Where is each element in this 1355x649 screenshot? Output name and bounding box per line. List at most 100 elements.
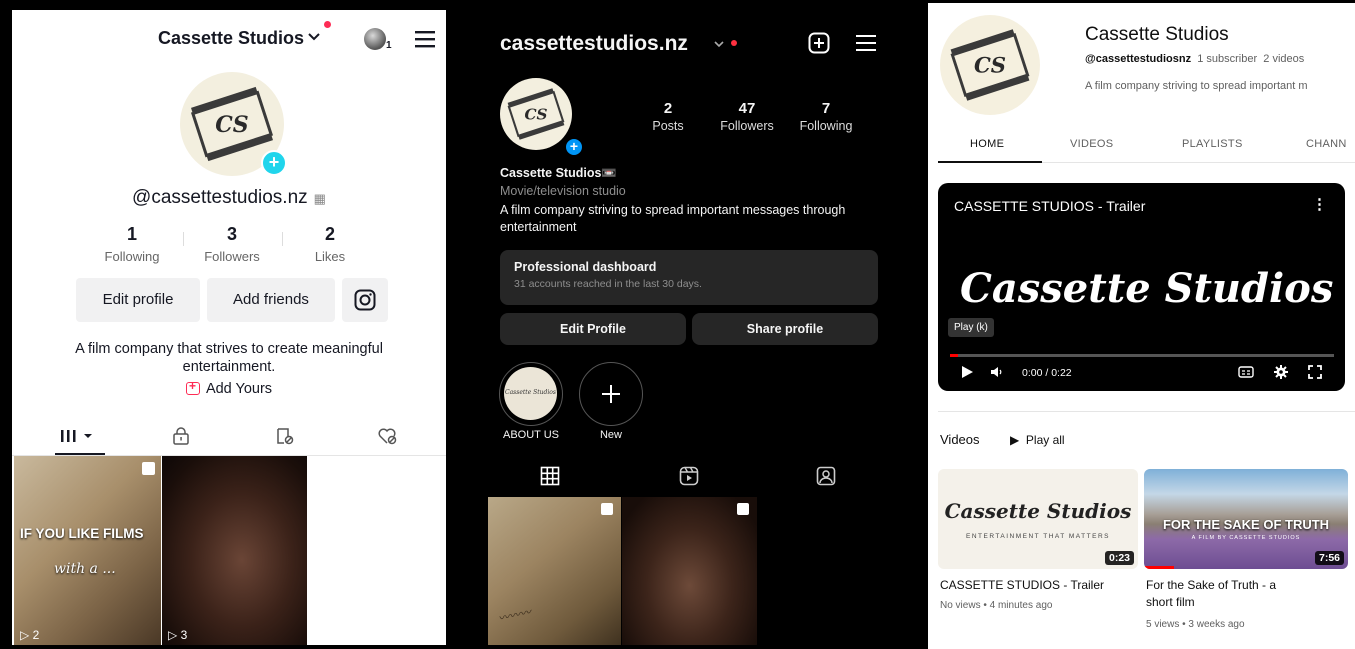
settings-gear-icon[interactable] [1274,365,1288,379]
create-post-icon[interactable] [808,32,830,54]
play-icon: ▶ [1010,433,1020,447]
liked-tab-icon[interactable] [377,427,399,445]
fullscreen-icon[interactable] [1308,365,1322,379]
instagram-profile-panel: cassettestudios.nz CS + 2 Posts 47 Followe… [484,10,894,645]
stat-label: Likes [314,249,346,264]
play-all-button[interactable]: ▶ Play all [1010,433,1065,447]
divider [282,232,283,246]
chevron-down-icon[interactable] [714,40,724,48]
notification-dot [324,21,331,28]
profile-name: Cassette Studios📼 [500,166,617,180]
stat-value: 3 [226,224,237,244]
profile-avatar[interactable]: CS [500,78,572,150]
channel-description[interactable]: A film company striving to spread import… [1085,80,1308,92]
edit-profile-button[interactable]: Edit Profile [500,313,686,345]
stat-label: Following [104,249,160,264]
video-meta: No views • 4 minutes ago [940,600,1053,611]
profile-handle: @cassettestudios.nz ▦ [12,187,446,209]
video-count: 2 videos [1263,53,1305,65]
account-avatar[interactable] [364,28,386,50]
videos-grid-tab-icon[interactable] [60,428,100,444]
post-thumbnail[interactable] [622,497,757,645]
menu-icon[interactable] [415,30,435,48]
video-thumbnail[interactable]: Cassette Studios ENTERTAINMENT THAT MATT… [938,469,1138,569]
tab-channels[interactable]: CHANN [1306,138,1347,150]
content-tabs [484,462,894,500]
player-title[interactable]: CASSETTE STUDIOS - Trailer [954,198,1145,214]
volume-icon[interactable] [990,365,1004,379]
account-badge-count: 1 [386,40,392,51]
tagged-tab-icon[interactable] [816,466,836,486]
avatar-logo-text: CS [215,112,248,138]
add-friends-button[interactable]: Add friends [207,278,335,322]
plus-icon [602,385,620,403]
dashboard-title: Professional dashboard [514,260,657,274]
channel-name: Cassette Studios [1085,24,1229,45]
captions-icon[interactable] [1238,365,1254,379]
highlight-new[interactable] [579,362,643,426]
profile-handle[interactable]: cassettestudios.nz [500,32,688,56]
section-divider [938,411,1355,412]
multi-photo-icon [601,503,613,515]
chevron-down-icon[interactable] [308,32,320,42]
reels-tab-icon[interactable] [679,466,699,486]
progress-fill [950,354,958,357]
videos-section-heading[interactable]: Videos [940,432,980,447]
youtube-channel-panel: CS Cassette Studios @cassettestudiosnz 1… [928,3,1355,649]
add-avatar-button[interactable]: + [261,150,287,176]
stat-following[interactable]: 7 Following [786,100,866,133]
video-thumbnail[interactable]: IF YOU LIKE FILMS with a ... ▷ 2 [14,456,161,645]
highlight-about-us[interactable]: Cassette Studios [499,362,563,426]
professional-dashboard-card[interactable]: Professional dashboard 31 accounts reach… [500,250,878,305]
edit-profile-button[interactable]: Edit profile [76,278,200,322]
video-overlay-subtext: with a ... [54,561,116,577]
thumbnail-title-text: FOR THE SAKE OF TRUTH [1162,517,1330,532]
more-options-icon[interactable]: ⋮ [1312,195,1327,213]
video-duration: 7:56 [1314,551,1344,565]
stat-posts[interactable]: 2 Posts [628,100,708,133]
video-thumbnail[interactable]: FOR THE SAKE OF TRUTH A FILM BY CASSETTE… [1144,469,1348,569]
featured-video-player[interactable]: CASSETTE STUDIOS - Trailer ⋮ Cassette St… [938,183,1345,391]
video-title[interactable]: For the Sake of Truth - a short film [1146,577,1341,611]
dashboard-subtitle: 31 accounts reached in the last 30 days. [514,278,702,290]
stat-label: Followers [204,249,260,264]
tab-videos[interactable]: VIDEOS [1070,138,1113,150]
qr-code-icon[interactable]: ▦ [314,191,326,207]
view-count-value: 3 [180,628,188,642]
video-title-line: short film [1146,595,1195,609]
subscriber-count: 1 subscriber [1197,53,1258,65]
profile-bio: A film company that strives to create me… [75,341,383,375]
avatar-logo-text: CS [974,53,1006,78]
thumbnail-tagline: ENTERTAINMENT THAT MATTERS [966,533,1110,540]
video-title[interactable]: CASSETTE STUDIOS - Trailer [940,577,1135,594]
grid-tab-icon[interactable] [540,466,560,486]
channel-avatar[interactable]: CS [940,15,1040,115]
menu-icon[interactable] [856,34,876,52]
tab-home[interactable]: HOME [970,138,1004,150]
profile-title[interactable]: Cassette Studios [158,28,304,49]
share-profile-button[interactable]: Share profile [692,313,878,345]
progress-bar[interactable] [950,354,1334,357]
stat-following[interactable]: 1 Following [92,224,172,264]
post-thumbnail[interactable]: 〰〰〰 [488,497,621,645]
add-story-button[interactable]: + [564,137,584,157]
stat-followers[interactable]: 47 Followers [707,100,787,133]
tab-playlists[interactable]: PLAYLISTS [1182,138,1243,150]
stat-label: Following [799,119,853,133]
stat-likes[interactable]: 2 Likes [290,224,370,264]
instagram-link-button[interactable] [342,278,388,322]
reposts-tab-icon[interactable] [275,427,295,445]
thumbnail-logo-text: Cassette Studios [944,499,1132,523]
video-thumbnail[interactable]: ▷ 3 [162,456,307,645]
add-yours-label: Add Yours [205,381,273,397]
stat-followers[interactable]: 3 Followers [192,224,272,264]
channel-meta: @cassettestudiosnz 1 subscriber 2 videos [1085,53,1304,65]
thumbnail-credit-text: A FILM BY CASSETTE STUDIOS [1191,535,1301,541]
play-icon[interactable] [960,365,974,379]
player-logo-text: Cassette Studios [960,265,1334,312]
notification-dot [731,40,737,46]
content-tabs [12,418,446,456]
add-yours-link[interactable]: Add Yours [12,379,446,397]
stat-value: 1 [126,224,137,244]
lock-tab-icon[interactable] [172,427,190,445]
